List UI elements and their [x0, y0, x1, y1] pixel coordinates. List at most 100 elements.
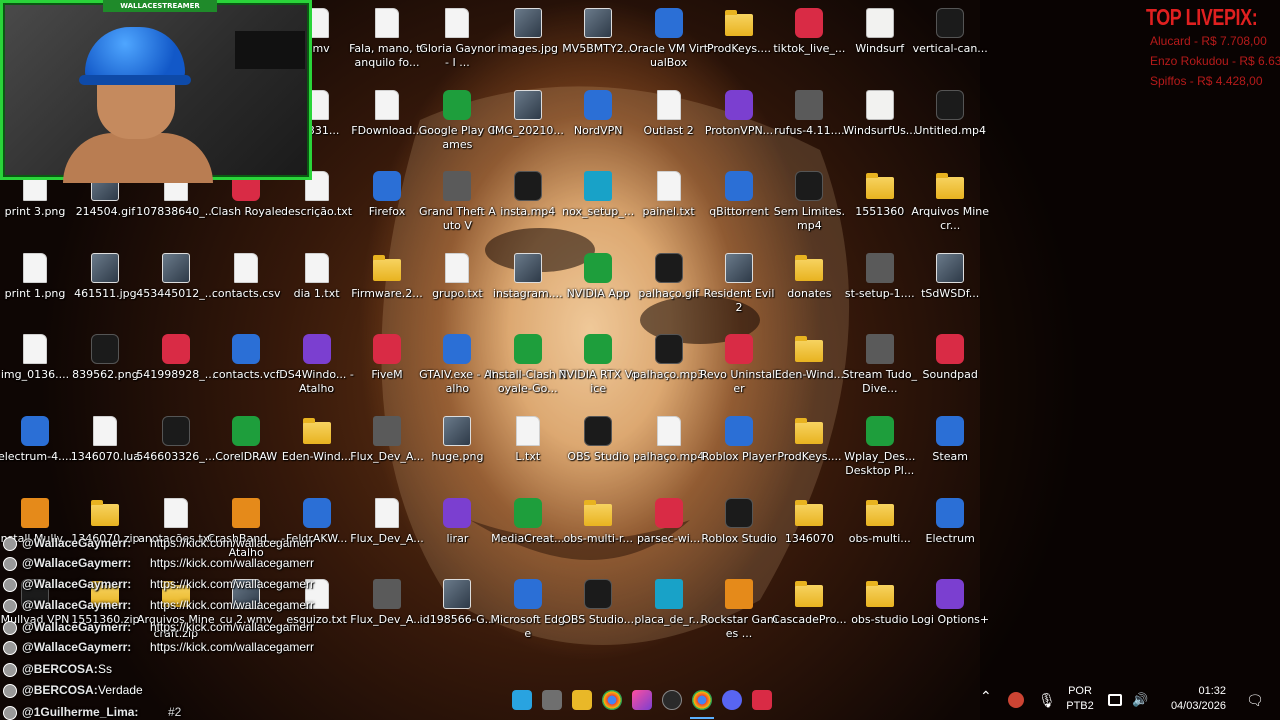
- chrome-icon[interactable]: [602, 690, 622, 710]
- desktop-icon[interactable]: OBS Studio...: [562, 575, 634, 649]
- paint-icon[interactable]: [632, 690, 652, 710]
- volume-icon[interactable]: 🔊: [1132, 692, 1148, 708]
- desktop-icon[interactable]: huge.png: [421, 412, 493, 486]
- desktop-icon[interactable]: Firefox: [351, 167, 423, 241]
- desktop-icon[interactable]: obs-multi...: [844, 494, 916, 568]
- desktop-icon[interactable]: ProdKeys....: [773, 412, 845, 486]
- desktop-icon[interactable]: tiktok_live_...: [773, 4, 845, 78]
- microphone-icon[interactable]: 🎙: [1038, 692, 1056, 708]
- desktop-icon[interactable]: 1346070: [773, 494, 845, 568]
- file-explorer-icon[interactable]: [512, 690, 532, 710]
- desktop-icon[interactable]: instagram....: [492, 249, 564, 323]
- desktop-icon[interactable]: MediaCreat...: [491, 494, 564, 568]
- desktop-icon[interactable]: Eden-Wind...: [281, 412, 353, 486]
- desktop-icon[interactable]: tSdWSDf...: [914, 249, 986, 323]
- desktop-icon[interactable]: Resident Evil 2: [703, 249, 775, 323]
- desktop-icon[interactable]: contacts.csv: [210, 249, 282, 323]
- desktop-icon[interactable]: obs-studio: [844, 575, 916, 649]
- desktop-icon[interactable]: Gloria Gaynor - I ...: [419, 4, 495, 78]
- desktop-icon[interactable]: insta.mp4: [492, 167, 564, 241]
- desktop-icon[interactable]: 1551360: [844, 167, 916, 241]
- desktop-icon[interactable]: Fala, mano, tranquilo fo...: [349, 4, 425, 78]
- desktop-icon[interactable]: 839562.png: [69, 330, 141, 404]
- folder-icon[interactable]: [572, 690, 592, 710]
- desktop-icon[interactable]: painel.txt: [633, 167, 705, 241]
- desktop-icon[interactable]: ProtonVPN...: [703, 86, 775, 160]
- desktop-icon[interactable]: 546603326_...: [136, 412, 215, 486]
- desktop-icon[interactable]: Stream Tudo_Dive...: [843, 330, 917, 404]
- chrome-active-icon[interactable]: [692, 690, 712, 710]
- desktop-icon[interactable]: Revo Uninstaller: [700, 330, 778, 404]
- desktop-icon[interactable]: Steam: [914, 412, 986, 486]
- desktop-icon[interactable]: CorelDRAW: [210, 412, 282, 486]
- desktop-icon[interactable]: rufus-4.11....: [773, 86, 845, 160]
- desktop-icon[interactable]: Oracle VM VirtualBox: [629, 4, 708, 78]
- desktop-icon[interactable]: L.txt: [492, 412, 564, 486]
- desktop-icon[interactable]: Arquivos Minecr...: [911, 167, 989, 241]
- desktop-icon[interactable]: Soundpad: [914, 330, 986, 404]
- desktop-icon[interactable]: parsec-wi...: [633, 494, 705, 568]
- desktop-icon[interactable]: FiveM: [351, 330, 423, 404]
- desktop-icon[interactable]: Eden-Wind...: [773, 330, 845, 404]
- desktop-icon[interactable]: palhaço.mp3: [633, 330, 705, 404]
- desktop-icon[interactable]: NVIDIA App: [562, 249, 634, 323]
- desktop-icon[interactable]: Install-Clash Royale-Go...: [489, 330, 567, 404]
- desktop-icon[interactable]: Grand Theft Auto V: [419, 167, 496, 241]
- discord-icon[interactable]: [722, 690, 742, 710]
- desktop-icon[interactable]: 541998928_...: [136, 330, 215, 404]
- chevron-up-icon[interactable]: ⌃: [980, 688, 996, 704]
- desktop-icon[interactable]: Firmware.2...: [351, 249, 423, 323]
- desktop-icon[interactable]: contacts.vcf: [210, 330, 282, 404]
- desktop-icon[interactable]: DS4Windo... - Atalho: [279, 330, 354, 404]
- desktop-icon[interactable]: GTAIV.exe - Atalho: [419, 330, 496, 404]
- desktop-icon[interactable]: palhaço.gif: [633, 249, 705, 323]
- clock-time[interactable]: 01:32: [1156, 684, 1226, 698]
- desktop-icon[interactable]: Flux_Dev_A...: [350, 412, 424, 486]
- desktop-icon[interactable]: IMG_20210...: [492, 86, 564, 160]
- notification-icon[interactable]: 🗨: [1246, 692, 1264, 708]
- desktop-icon[interactable]: NVIDIA RTX Voice: [558, 330, 638, 404]
- clock-date[interactable]: 04/03/2026: [1156, 699, 1226, 713]
- keyboard-layout[interactable]: PTB2: [1062, 699, 1098, 713]
- desktop-icon[interactable]: images.jpg: [492, 4, 564, 78]
- desktop-icon[interactable]: Windsurf: [844, 4, 916, 78]
- desktop-icon[interactable]: CascadePro...: [772, 575, 847, 649]
- desktop-icon[interactable]: Flux_Dev_A...: [350, 494, 424, 568]
- desktop-icon[interactable]: nox_setup_...: [562, 167, 634, 241]
- desktop-icon[interactable]: obs-multi-r...: [562, 494, 634, 568]
- desktop-icon[interactable]: vertical-can...: [913, 4, 988, 78]
- desktop-icon[interactable]: FDownload...: [351, 86, 423, 160]
- desktop-icon[interactable]: 461511.jpg: [69, 249, 141, 323]
- desktop-icon[interactable]: Microsoft Edge: [491, 575, 565, 649]
- desktop-icon[interactable]: Wplay_Des... Desktop Pl...: [844, 412, 916, 486]
- desktop-icon[interactable]: 1346070.lua: [69, 412, 141, 486]
- desktop-icon[interactable]: img_0136....: [0, 330, 71, 404]
- desktop-icon[interactable]: palhaço.mp4: [633, 412, 705, 486]
- desktop-icon[interactable]: Flux_Dev_A...: [350, 575, 424, 649]
- desktop-icon[interactable]: st-setup-1....: [844, 249, 916, 323]
- desktop-icon[interactable]: OBS Studio: [562, 412, 634, 486]
- desktop-icon[interactable]: Electrum: [914, 494, 986, 568]
- desktop-icon[interactable]: Untitled.mp4: [914, 86, 986, 160]
- desktop-icon[interactable]: lirar: [421, 494, 493, 568]
- desktop-icon[interactable]: print 1.png: [0, 249, 71, 323]
- obs-icon[interactable]: [662, 690, 682, 710]
- desktop-icon[interactable]: id198566-G...: [420, 575, 495, 649]
- desktop-icon[interactable]: Roblox Studio: [701, 494, 777, 568]
- desktop-icon[interactable]: MV5BMTY2...: [562, 4, 634, 78]
- window-icon[interactable]: [542, 690, 562, 710]
- desktop-icon[interactable]: qBittorrent: [703, 167, 775, 241]
- network-icon[interactable]: [1008, 692, 1024, 708]
- desktop-icon[interactable]: NordVPN: [562, 86, 634, 160]
- desktop-icon[interactable]: electrum-4....: [0, 412, 72, 486]
- desktop-icon[interactable]: Google Play Games: [419, 86, 496, 160]
- desktop-icon[interactable]: Rockstar Games ...: [700, 575, 778, 649]
- desktop-icon[interactable]: 453445012_...: [136, 249, 215, 323]
- desktop-icon[interactable]: Roblox Player: [702, 412, 776, 486]
- display-icon[interactable]: [1108, 694, 1122, 706]
- desktop-icon[interactable]: placa_de_r...: [633, 575, 705, 649]
- desktop-icon[interactable]: ProdKeys....: [703, 4, 775, 78]
- desktop-icon[interactable]: grupo.txt: [421, 249, 493, 323]
- desktop-icon[interactable]: Outlast 2: [633, 86, 705, 160]
- desktop-icon[interactable]: donates: [773, 249, 845, 323]
